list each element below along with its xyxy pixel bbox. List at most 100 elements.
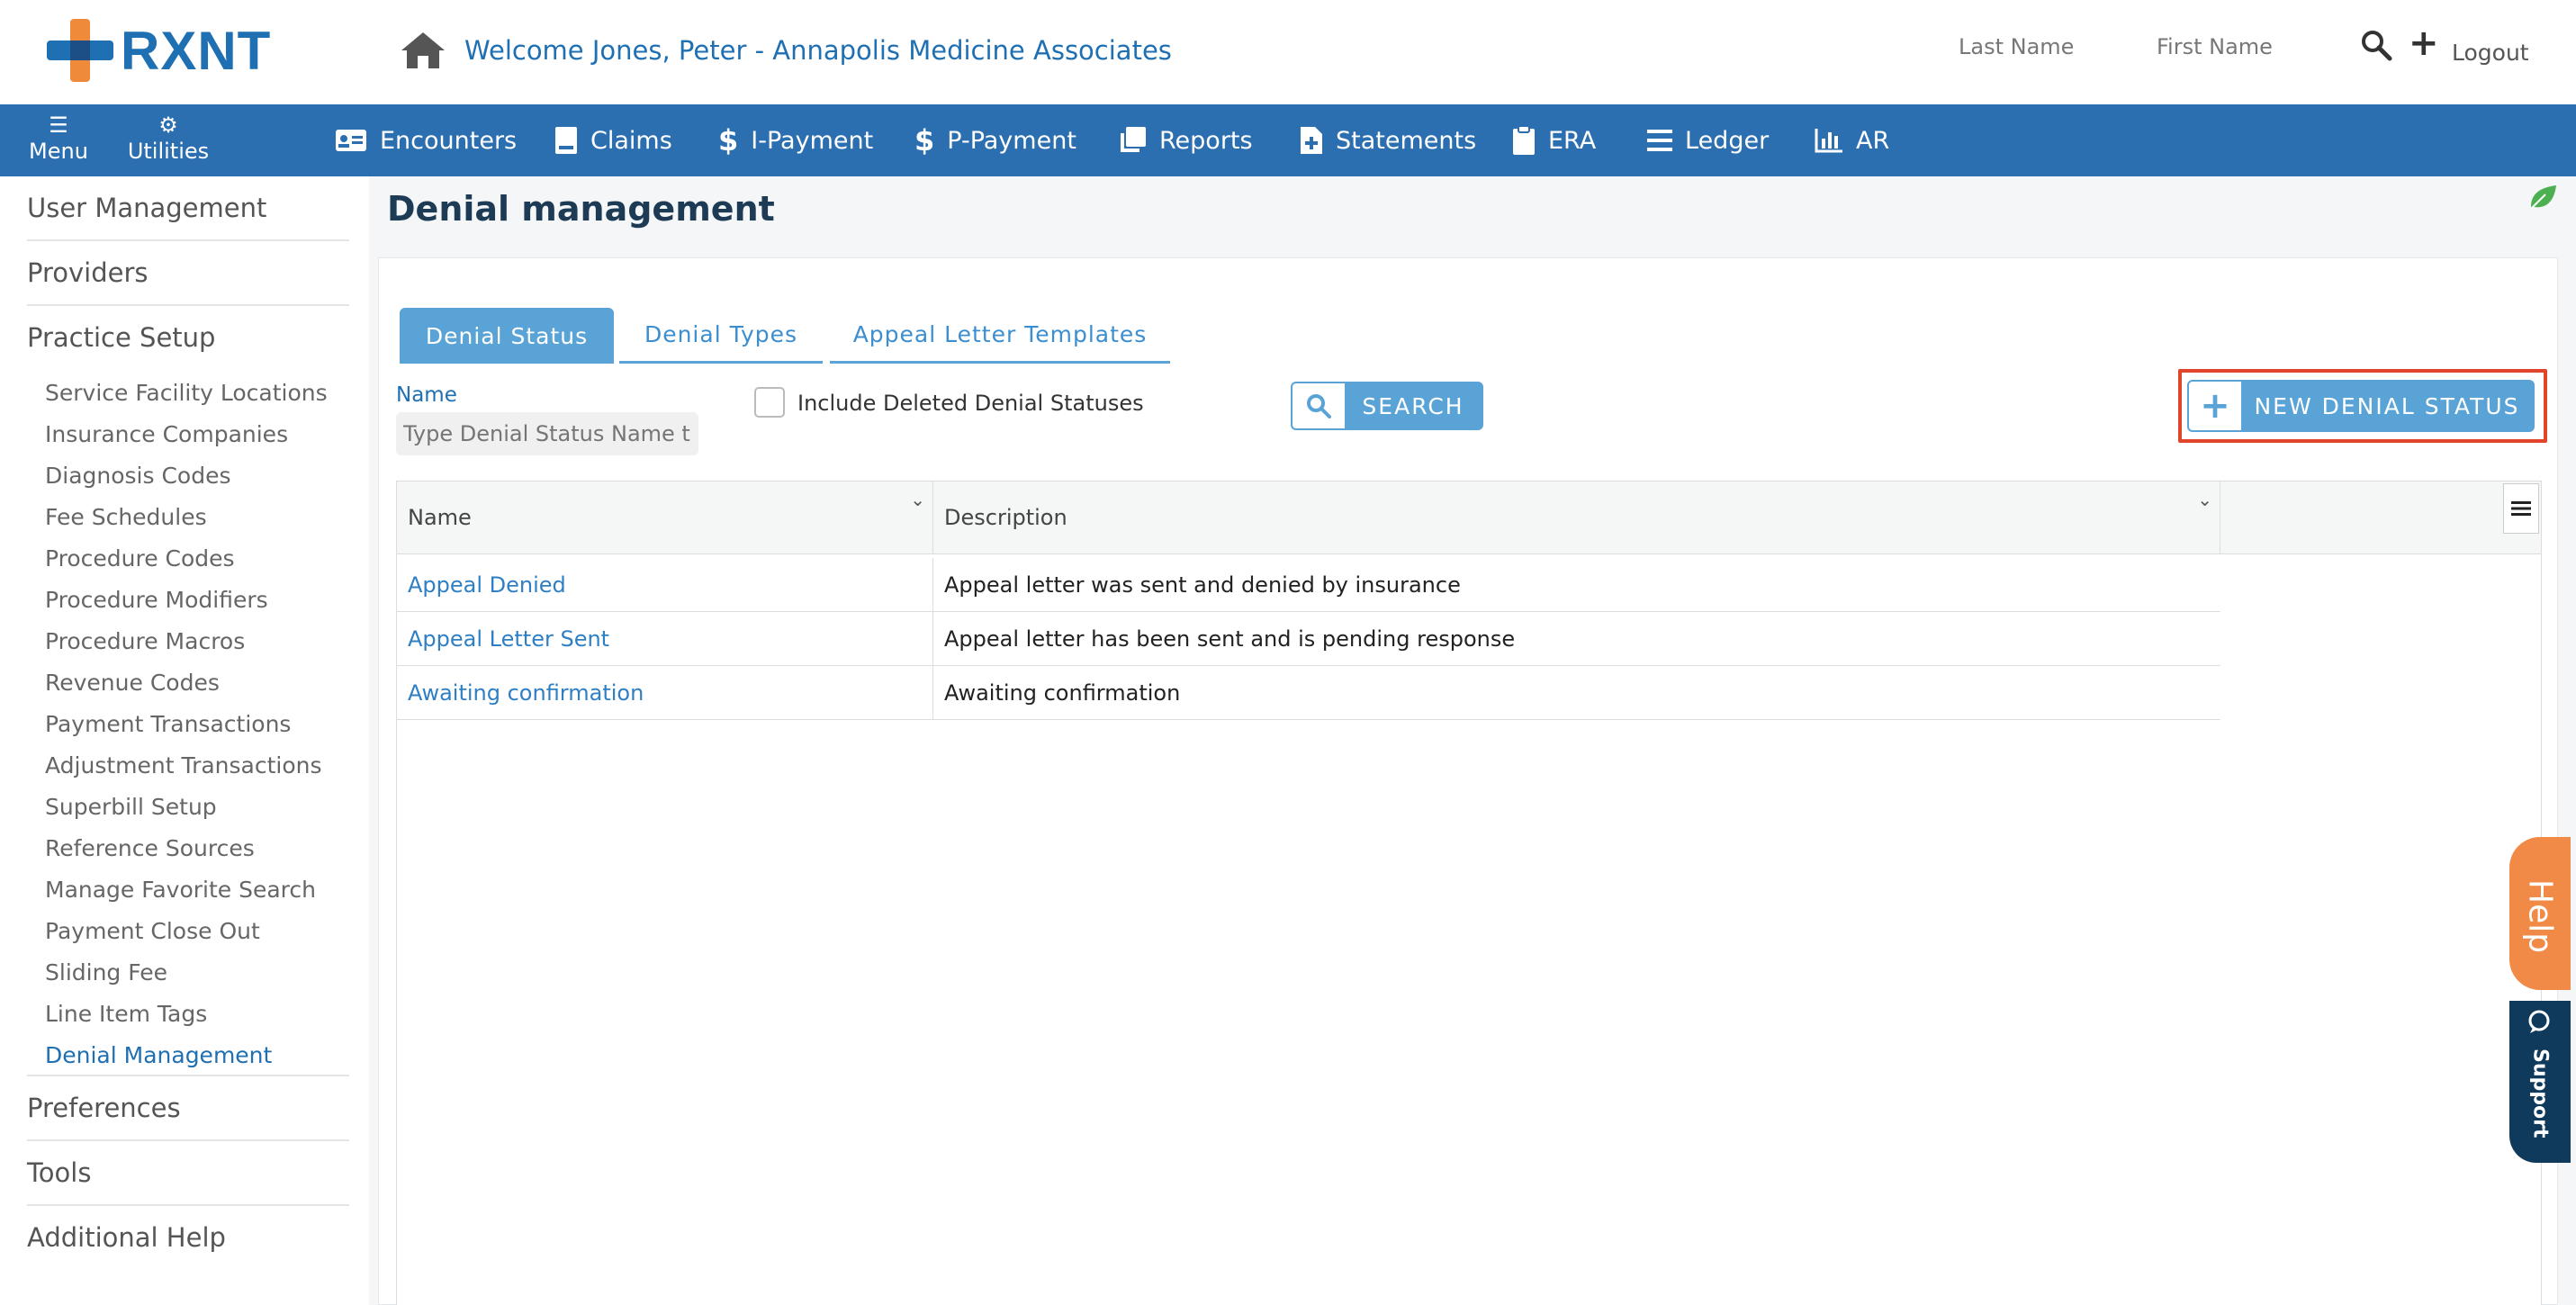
sidebar-item-diagnosis-codes[interactable]: Diagnosis Codes	[45, 463, 231, 489]
tab-denial-status[interactable]: Denial Status	[400, 308, 614, 364]
sidebar-item-revenue-codes[interactable]: Revenue Codes	[45, 670, 220, 696]
column-header-name-label: Name	[408, 505, 472, 530]
sidebar-item-service-facility-locations[interactable]: Service Facility Locations	[45, 380, 328, 406]
denial-status-description: Appeal letter has been sent and is pendi…	[944, 626, 1516, 652]
clipboard-icon	[1512, 125, 1536, 156]
sidebar-item-fee-schedules[interactable]: Fee Schedules	[45, 504, 207, 530]
page-title: Denial management	[387, 189, 775, 229]
grid-header: Name ⌄ Description ⌄	[397, 481, 2541, 554]
rxnt-logo[interactable]: RXNT	[47, 16, 290, 85]
main-navbar: ☰ Menu ⚙ Utilities Encounters Claims $ I…	[0, 104, 2576, 176]
first-name-search-field[interactable]: First Name	[2157, 34, 2273, 59]
table-row[interactable]: Awaiting confirmation Awaiting confirmat…	[397, 666, 2220, 720]
nav-i-payment-label: I-Payment	[751, 126, 874, 155]
denial-status-name-link[interactable]: Awaiting confirmation	[397, 666, 933, 719]
sidebar-item-procedure-macros[interactable]: Procedure Macros	[45, 628, 245, 654]
sidebar-item-adjustment-transactions[interactable]: Adjustment Transactions	[45, 752, 322, 778]
nav-ar-label: AR	[1856, 126, 1890, 155]
file-medical-icon	[1300, 126, 1323, 155]
menu-button[interactable]: ☰ Menu	[27, 112, 90, 164]
nav-statements[interactable]: Statements	[1300, 124, 1476, 157]
denial-status-name-link[interactable]: Appeal Letter Sent	[397, 612, 933, 665]
nav-ledger[interactable]: Ledger	[1647, 124, 1769, 157]
nav-era-label: ERA	[1548, 126, 1597, 155]
nav-ledger-label: Ledger	[1685, 126, 1770, 155]
column-header-description[interactable]: Description ⌄	[933, 482, 2220, 554]
sidebar-divider	[27, 1139, 349, 1141]
chevron-down-icon[interactable]: ⌄	[2197, 489, 2212, 510]
denial-status-description: Appeal letter was sent and denied by ins…	[944, 572, 1461, 598]
tab-denial-types[interactable]: Denial Types	[619, 308, 823, 364]
sidebar-item-line-item-tags[interactable]: Line Item Tags	[45, 1001, 207, 1027]
table-row[interactable]: Appeal Letter Sent Appeal letter has bee…	[397, 612, 2220, 666]
name-filter-label: Name	[396, 383, 457, 407]
id-card-icon	[335, 129, 367, 152]
bars-icon	[1647, 129, 1672, 152]
nav-ar[interactable]: AR	[1815, 124, 1889, 157]
new-denial-status-button[interactable]: + NEW DENIAL STATUS	[2187, 380, 2535, 432]
denial-status-description: Awaiting confirmation	[944, 680, 1181, 706]
nav-era[interactable]: ERA	[1512, 124, 1596, 157]
utilities-label: Utilities	[127, 139, 210, 164]
sidebar-item-tools[interactable]: Tools	[27, 1157, 91, 1188]
sidebar-divider	[27, 1204, 349, 1206]
sidebar-divider	[27, 1075, 349, 1076]
chevron-down-icon[interactable]: ⌄	[910, 489, 925, 510]
utilities-button[interactable]: ⚙ Utilities	[126, 112, 211, 164]
sidebar-divider	[27, 304, 349, 306]
sidebar-item-procedure-modifiers[interactable]: Procedure Modifiers	[45, 587, 268, 613]
sidebar-item-additional-help[interactable]: Additional Help	[27, 1222, 226, 1253]
grid-menu-icon[interactable]	[2503, 483, 2539, 534]
copy-icon	[1118, 126, 1147, 155]
denial-status-grid: Name ⌄ Description ⌄ Appeal Denied Appea…	[396, 481, 2542, 1305]
include-deleted-checkbox[interactable]	[754, 387, 785, 418]
nav-claims-label: Claims	[590, 126, 672, 155]
add-icon[interactable]: +	[2409, 25, 2439, 61]
search-icon[interactable]	[2360, 29, 2392, 61]
logo-cross-icon	[47, 19, 113, 82]
column-header-description-label: Description	[944, 505, 1067, 530]
search-icon	[1293, 383, 1345, 428]
chat-icon	[2528, 1010, 2550, 1033]
tab-appeal-letter-templates[interactable]: Appeal Letter Templates	[830, 308, 1170, 364]
leaf-icon	[2530, 185, 2556, 210]
help-tab-label: Help	[2511, 853, 2569, 979]
nav-claims[interactable]: Claims	[554, 124, 672, 157]
sidebar-item-insurance-companies[interactable]: Insurance Companies	[45, 421, 288, 447]
app-header: RXNT Welcome Jones, Peter - Annapolis Me…	[0, 0, 2576, 104]
nav-p-payment-label: P-Payment	[947, 126, 1076, 155]
sidebar-item-practice-setup[interactable]: Practice Setup	[27, 322, 215, 353]
home-icon[interactable]	[400, 31, 446, 70]
book-icon	[554, 126, 578, 155]
column-header-name[interactable]: Name ⌄	[397, 482, 933, 554]
last-name-search-field[interactable]: Last Name	[1959, 34, 2074, 59]
sidebar-item-payment-transactions[interactable]: Payment Transactions	[45, 711, 291, 737]
sidebar-item-providers[interactable]: Providers	[27, 257, 149, 288]
nav-statements-label: Statements	[1336, 126, 1477, 155]
sidebar-item-procedure-codes[interactable]: Procedure Codes	[45, 545, 235, 572]
logout-link[interactable]: Logout	[2452, 40, 2529, 66]
sidebar-item-denial-management[interactable]: Denial Management	[45, 1042, 272, 1068]
nav-p-payment[interactable]: $ P-Payment	[914, 123, 1076, 158]
logo-text: RXNT	[121, 20, 272, 81]
sidebar-item-superbill-setup[interactable]: Superbill Setup	[45, 794, 217, 820]
nav-reports[interactable]: Reports	[1118, 124, 1253, 157]
bar-chart-icon	[1815, 128, 1843, 153]
search-button-label: SEARCH	[1362, 392, 1464, 419]
sidebar-item-manage-favorite-search[interactable]: Manage Favorite Search	[45, 877, 316, 903]
nav-i-payment[interactable]: $ I-Payment	[718, 123, 874, 158]
nav-encounters[interactable]: Encounters	[335, 124, 517, 157]
sidebar-item-reference-sources[interactable]: Reference Sources	[45, 835, 255, 861]
sidebar-item-payment-close-out[interactable]: Payment Close Out	[45, 918, 260, 944]
menu-label: Menu	[29, 139, 88, 164]
table-row[interactable]: Appeal Denied Appeal letter was sent and…	[397, 558, 2220, 612]
dollar-icon: $	[914, 123, 935, 158]
search-button[interactable]: SEARCH	[1291, 382, 1483, 430]
sidebar-item-preferences[interactable]: Preferences	[27, 1093, 181, 1123]
plus-icon: +	[2189, 382, 2241, 430]
denial-status-name-input[interactable]	[396, 412, 698, 455]
sidebar-item-user-management[interactable]: User Management	[27, 193, 266, 223]
denial-status-name-link[interactable]: Appeal Denied	[397, 558, 933, 611]
sidebar-item-sliding-fee[interactable]: Sliding Fee	[45, 959, 167, 986]
list-icon: ☰	[49, 112, 68, 138]
